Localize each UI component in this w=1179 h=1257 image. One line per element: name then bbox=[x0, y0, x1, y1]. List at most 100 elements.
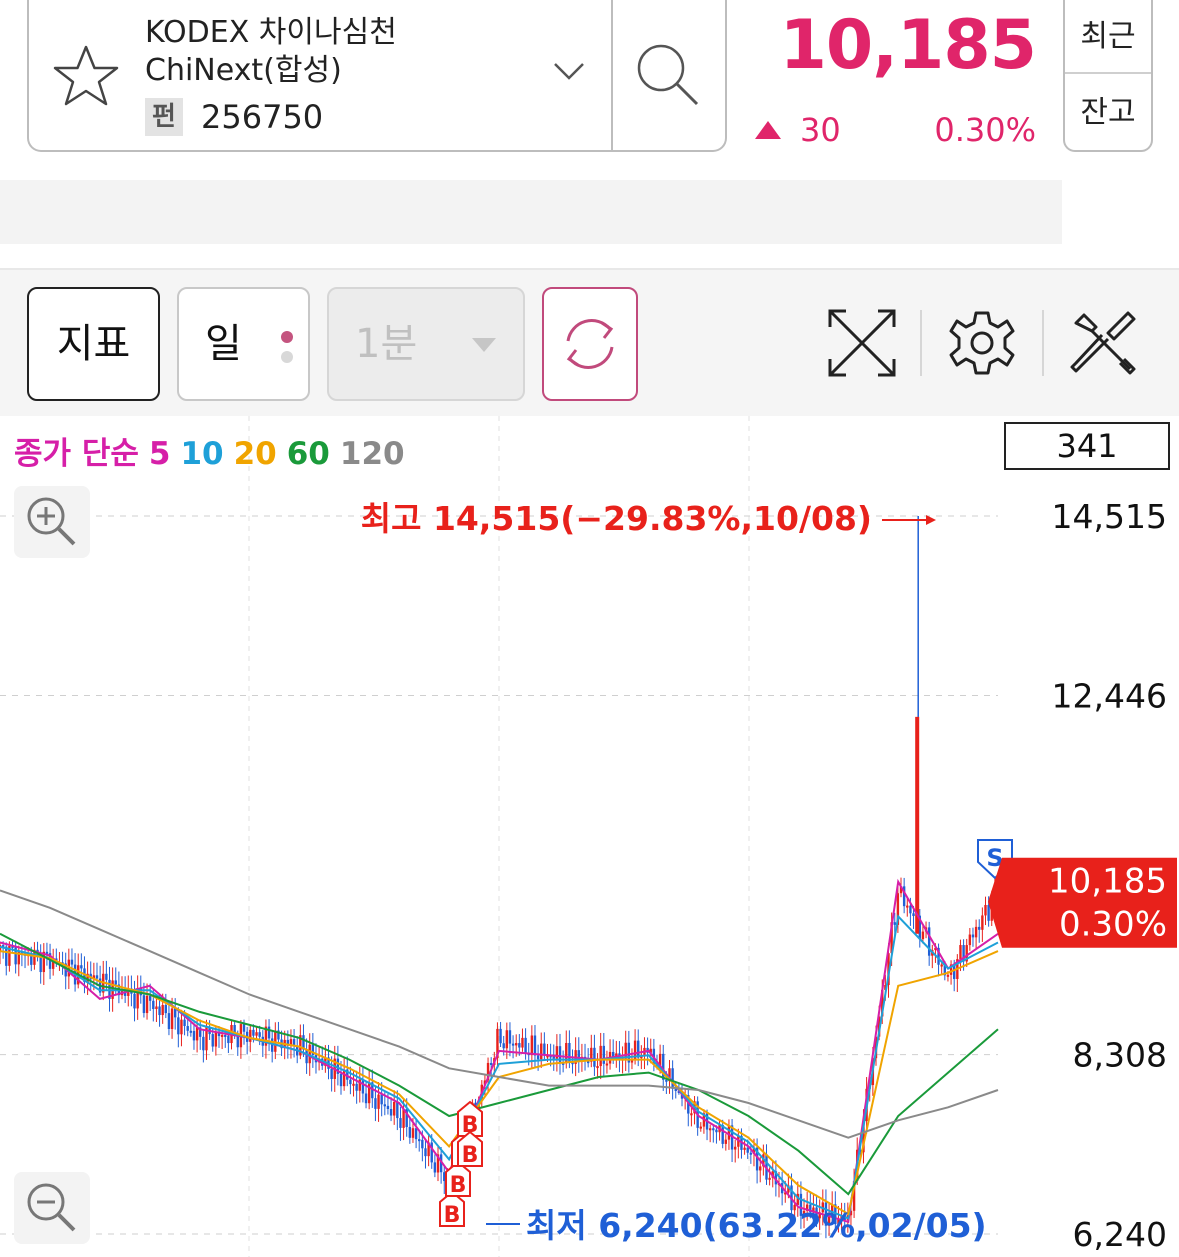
stock-selector[interactable]: KODEX 차이나심천 ChiNext(합성) 펀 256750 bbox=[27, 0, 727, 152]
balance-button[interactable]: 잔고 bbox=[1065, 76, 1151, 150]
candle-body bbox=[105, 973, 108, 980]
zoom-in-icon bbox=[27, 497, 76, 546]
toolbar-separator bbox=[1042, 310, 1044, 376]
fullscreen-icon[interactable] bbox=[826, 307, 898, 379]
candle-body bbox=[377, 1094, 380, 1109]
candle-body bbox=[211, 1034, 214, 1047]
y-axis-label: 12,446 bbox=[1052, 677, 1167, 716]
candle-body bbox=[352, 1083, 355, 1086]
candle-body bbox=[167, 1013, 171, 1030]
candle-body bbox=[142, 995, 146, 1014]
legend-ma5: 5 bbox=[148, 436, 171, 472]
candle-body bbox=[202, 1036, 205, 1051]
candle-body bbox=[906, 905, 909, 908]
favorite-star-icon[interactable] bbox=[51, 42, 121, 112]
legend-prefix: 종가 단순 bbox=[14, 436, 139, 472]
candle-body bbox=[148, 995, 152, 1001]
candle-body bbox=[524, 1037, 527, 1053]
indicator-button[interactable]: 지표 bbox=[27, 287, 160, 401]
zoom-out-icon bbox=[27, 1183, 76, 1232]
candle-body bbox=[505, 1030, 509, 1049]
refresh-icon bbox=[566, 319, 614, 369]
candle-body bbox=[392, 1101, 396, 1116]
y-axis-label: 14,515 bbox=[1052, 497, 1167, 536]
candle-body bbox=[180, 1019, 183, 1035]
candle-body bbox=[267, 1026, 271, 1039]
candle-body bbox=[712, 1128, 715, 1131]
candle-body bbox=[674, 1088, 677, 1091]
candle-count-box[interactable]: 341 bbox=[1004, 422, 1170, 470]
high-spike-body bbox=[915, 716, 920, 934]
chart-toolbar: 지표 일 1분 bbox=[0, 270, 1179, 416]
zoom-in-button[interactable] bbox=[14, 486, 90, 558]
chart-canvas[interactable]: 14,515 12,446 8,308 6,240 최고 14,515(−29.83%,… bbox=[0, 416, 1179, 1257]
stock-name[interactable]: KODEX 차이나심천 ChiNext(합성) bbox=[145, 14, 565, 90]
candle-body bbox=[599, 1045, 602, 1067]
candle-body bbox=[596, 1066, 599, 1069]
candle-body bbox=[690, 1113, 693, 1116]
minute-label: 1분 bbox=[355, 321, 418, 367]
candle-body bbox=[367, 1082, 371, 1104]
candle-body bbox=[602, 1045, 606, 1064]
low-annotation: 최저 6,240(63.22%,02/05) bbox=[526, 1206, 987, 1245]
candle-body bbox=[330, 1068, 333, 1079]
zoom-out-button[interactable] bbox=[14, 1172, 90, 1244]
period-button[interactable]: 일 bbox=[177, 287, 310, 401]
caret-down-icon bbox=[472, 338, 496, 352]
candle-body bbox=[727, 1125, 731, 1140]
candle-body bbox=[189, 1030, 193, 1033]
buy-marker-label: B bbox=[462, 1143, 479, 1168]
info-banner bbox=[0, 180, 1062, 244]
candle-body bbox=[389, 1109, 393, 1116]
candle-body bbox=[974, 926, 978, 938]
legend-ma10: 10 bbox=[180, 436, 224, 472]
candle-body bbox=[724, 1139, 728, 1144]
candle-body bbox=[530, 1035, 534, 1056]
candle-body bbox=[386, 1105, 390, 1110]
candle-body bbox=[515, 1043, 518, 1046]
candle-body bbox=[433, 1162, 437, 1173]
candle-body bbox=[521, 1037, 524, 1048]
high-arrow-head bbox=[926, 515, 936, 525]
recent-button[interactable]: 최근 bbox=[1065, 0, 1151, 74]
candle-body bbox=[940, 964, 943, 967]
current-price: 10,185 bbox=[779, 6, 1037, 85]
candle-body bbox=[912, 913, 915, 917]
candle-body bbox=[252, 1029, 255, 1036]
candle-body bbox=[946, 974, 950, 977]
price-chart[interactable]: 14,515 12,446 8,308 6,240 최고 14,515(−29.83%,… bbox=[0, 416, 1179, 1257]
chevron-down-icon[interactable] bbox=[551, 56, 587, 86]
candle-body bbox=[533, 1035, 537, 1056]
refresh-button[interactable] bbox=[542, 287, 638, 401]
buy-marker-label: B bbox=[444, 1203, 461, 1228]
candle-body bbox=[308, 1044, 311, 1064]
stock-code: 256750 bbox=[201, 98, 324, 136]
search-icon[interactable] bbox=[633, 40, 703, 110]
candle-body bbox=[708, 1128, 712, 1131]
fund-badge: 펀 bbox=[145, 98, 183, 136]
candle-body bbox=[339, 1073, 343, 1087]
candle-body bbox=[421, 1139, 424, 1149]
candle-body bbox=[14, 946, 17, 965]
candle-body bbox=[987, 904, 990, 921]
stock-name-line1: KODEX 차이나심천 bbox=[145, 15, 397, 50]
high-annotation: 최고 14,515(−29.83%,10/08) bbox=[361, 499, 872, 538]
stock-box-divider bbox=[611, 0, 613, 150]
candle-body bbox=[662, 1053, 665, 1080]
candle-body bbox=[499, 1028, 502, 1044]
tools-icon[interactable] bbox=[1068, 307, 1140, 379]
candle-body bbox=[396, 1101, 399, 1119]
candle-body bbox=[374, 1098, 377, 1109]
candle-body bbox=[355, 1083, 358, 1091]
minute-select[interactable]: 1분 bbox=[327, 287, 525, 401]
candle-body bbox=[768, 1177, 771, 1180]
period-label: 일 bbox=[205, 321, 242, 367]
candle-body bbox=[637, 1040, 640, 1058]
candle-body bbox=[414, 1128, 418, 1140]
candle-body bbox=[274, 1030, 277, 1052]
y-axis-label: 8,308 bbox=[1073, 1036, 1167, 1075]
settings-gear-icon[interactable] bbox=[946, 307, 1018, 379]
candle-body bbox=[80, 965, 83, 969]
up-triangle-icon bbox=[755, 121, 781, 139]
candle-body bbox=[411, 1128, 415, 1138]
